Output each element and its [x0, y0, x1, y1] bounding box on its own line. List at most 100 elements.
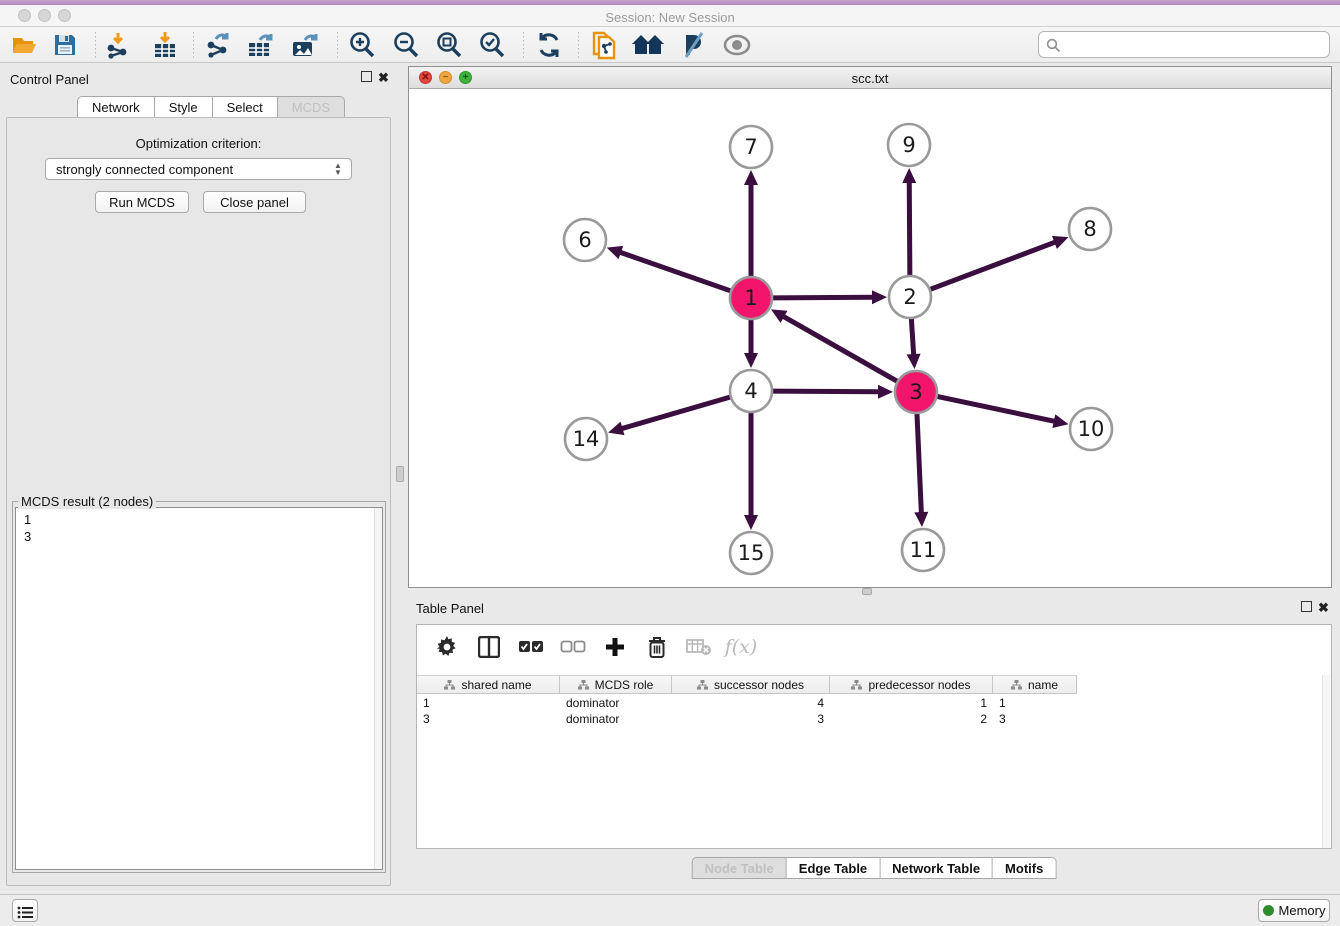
export-table-icon[interactable]: [244, 30, 278, 60]
node-label-3: 3: [909, 380, 922, 404]
control-panel: Control Panel ✖ NetworkStyleSelectMCDS O…: [0, 63, 397, 894]
export-image-icon[interactable]: [288, 30, 322, 60]
hierarchy-icon: [444, 680, 455, 690]
column-header-shared-name[interactable]: shared name: [417, 675, 560, 694]
edge-arrow-icon: [1052, 236, 1069, 249]
edge-4-3[interactable]: [772, 391, 880, 392]
zoom-fit-icon[interactable]: [432, 30, 466, 60]
vertical-splitter-grip[interactable]: [396, 466, 404, 482]
hide-panel-icon[interactable]: [675, 30, 709, 60]
tab-select[interactable]: Select: [213, 96, 278, 118]
edge-3-11[interactable]: [917, 413, 921, 514]
home-icon[interactable]: [631, 30, 665, 60]
network-canvas[interactable]: 7968124314101511: [410, 89, 1332, 588]
edge-1-2[interactable]: [772, 297, 874, 298]
search-field[interactable]: [1038, 31, 1330, 58]
mcds-result-text[interactable]: 1 3: [15, 507, 383, 870]
table-cell[interactable]: 3: [417, 711, 560, 727]
close-panel-button[interactable]: Close panel: [203, 191, 306, 213]
memory-label: Memory: [1279, 903, 1326, 918]
network-window-title: scc.txt: [409, 71, 1331, 86]
table-cell[interactable]: dominator: [560, 711, 672, 727]
hierarchy-icon: [851, 680, 862, 690]
float-panel-icon[interactable]: [361, 71, 372, 82]
open-session-icon[interactable]: [8, 30, 42, 60]
search-input[interactable]: [1065, 33, 1323, 56]
horizontal-splitter-grip[interactable]: [862, 588, 872, 595]
close-table-panel-icon[interactable]: ✖: [1318, 601, 1329, 614]
column-header-predecessor-nodes[interactable]: predecessor nodes: [830, 675, 993, 694]
list-icon: [17, 906, 33, 919]
tab-network[interactable]: Network: [77, 96, 155, 118]
network-clone-icon[interactable]: [587, 30, 621, 60]
toolbar-separator: [193, 32, 194, 58]
table-cell[interactable]: 1: [417, 695, 560, 711]
eye-icon[interactable]: [720, 30, 754, 60]
deselect-all-icon[interactable]: [559, 633, 587, 661]
edge-1-6[interactable]: [619, 252, 731, 291]
column-header-successor-nodes[interactable]: successor nodes: [672, 675, 830, 694]
table-cell[interactable]: dominator: [560, 695, 672, 711]
table-cell[interactable]: 3: [993, 711, 1077, 727]
node-label-1: 1: [744, 286, 757, 310]
column-header-MCDS-role[interactable]: MCDS role: [560, 675, 672, 694]
edge-3-10[interactable]: [937, 396, 1056, 421]
table-cell[interactable]: 1: [830, 695, 993, 711]
edge-4-14[interactable]: [621, 397, 731, 429]
table-cell[interactable]: 4: [672, 695, 830, 711]
node-label-4: 4: [744, 379, 757, 403]
mcds-result-scrollbar[interactable]: [374, 508, 382, 869]
gear-icon[interactable]: [433, 633, 461, 661]
network-window-titlebar[interactable]: ✕ − + scc.txt: [409, 67, 1331, 89]
edge-arrow-icon: [1052, 414, 1068, 428]
table-cell[interactable]: 3: [672, 711, 830, 727]
table-scrollbar[interactable]: [1322, 675, 1330, 848]
node-label-2: 2: [903, 285, 916, 309]
delete-table-icon[interactable]: [685, 633, 713, 661]
column-header-name[interactable]: name: [993, 675, 1077, 694]
columns-icon[interactable]: [475, 633, 503, 661]
delete-column-icon[interactable]: [643, 633, 671, 661]
import-table-icon[interactable]: [148, 30, 182, 60]
task-history-button[interactable]: [12, 899, 38, 922]
table-panel-title: Table Panel: [416, 601, 484, 616]
zoom-selected-icon[interactable]: [475, 30, 509, 60]
table-row[interactable]: 1dominator411: [417, 695, 1077, 711]
tab-node-table[interactable]: Node Table: [692, 857, 787, 879]
select-stepper-icon: ▲▼: [333, 162, 343, 178]
export-network-icon[interactable]: [201, 30, 235, 60]
edge-2-9[interactable]: [909, 181, 910, 276]
zoom-in-icon[interactable]: [345, 30, 379, 60]
column-header-label: successor nodes: [714, 678, 804, 692]
table-row[interactable]: 3dominator323: [417, 711, 1077, 727]
column-header-label: predecessor nodes: [868, 678, 970, 692]
optimization-criterion-select[interactable]: strongly connected component ▲▼: [45, 158, 352, 180]
tab-edge-table[interactable]: Edge Table: [787, 857, 880, 879]
zoom-out-icon[interactable]: [389, 30, 423, 60]
edge-2-3[interactable]: [911, 318, 913, 356]
float-table-panel-icon[interactable]: [1301, 601, 1312, 612]
add-column-icon[interactable]: [601, 633, 629, 661]
function-icon[interactable]: f(x): [727, 633, 755, 661]
close-panel-icon[interactable]: ✖: [378, 71, 389, 84]
memory-button[interactable]: Memory: [1258, 899, 1330, 922]
tab-network-table[interactable]: Network Table: [880, 857, 993, 879]
tab-mcds[interactable]: MCDS: [278, 96, 345, 118]
app-title: Session: New Session: [0, 10, 1340, 25]
tab-motifs[interactable]: Motifs: [993, 857, 1056, 879]
edge-arrow-icon: [914, 512, 928, 527]
save-session-icon[interactable]: [48, 30, 82, 60]
memory-status-icon: [1263, 905, 1274, 916]
table-cell[interactable]: 2: [830, 711, 993, 727]
import-network-icon[interactable]: [101, 30, 135, 60]
edge-arrow-icon: [872, 290, 887, 304]
refresh-icon[interactable]: [532, 30, 566, 60]
edge-2-8[interactable]: [930, 242, 1057, 290]
edge-3-1[interactable]: [782, 316, 897, 382]
edge-arrow-icon: [607, 246, 623, 259]
run-mcds-button[interactable]: Run MCDS: [95, 191, 189, 213]
table-cell[interactable]: 1: [993, 695, 1077, 711]
tab-style[interactable]: Style: [155, 96, 213, 118]
node-label-15: 15: [738, 541, 765, 565]
select-all-icon[interactable]: [517, 633, 545, 661]
